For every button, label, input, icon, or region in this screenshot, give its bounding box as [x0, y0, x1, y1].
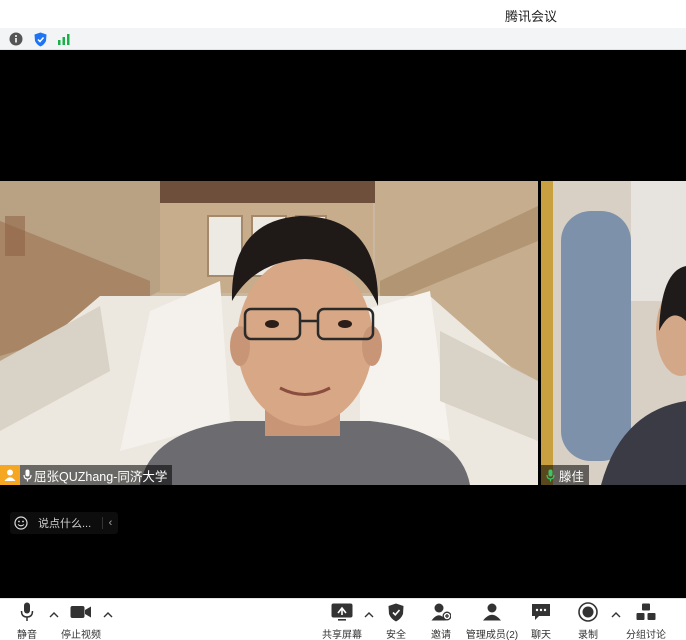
- chat-bubble-icon: [531, 601, 551, 623]
- chat-input-bar[interactable]: 说点什么... ‹: [10, 512, 118, 534]
- chat-label: 聊天: [531, 630, 551, 640]
- manage-members-button[interactable]: 管理成员(2): [462, 601, 522, 640]
- microphone-icon: [20, 466, 34, 484]
- emoji-icon[interactable]: [10, 516, 32, 530]
- main-video-tile[interactable]: 屈张QUZhang-同济大学: [0, 181, 538, 485]
- main-video-feed: [0, 181, 538, 485]
- security-shield-icon: [388, 601, 404, 623]
- main-participant-name: 屈张QUZhang-同济大学: [34, 469, 168, 484]
- record-icon: [578, 601, 598, 623]
- share-screen-icon: [331, 601, 353, 623]
- record-label: 录制: [578, 630, 598, 640]
- side-name-badge: 滕佳: [541, 465, 590, 485]
- microphone-icon: [20, 601, 34, 623]
- video-options-chevron-icon[interactable]: [102, 609, 114, 621]
- chat-button[interactable]: 聊天: [514, 601, 568, 640]
- shield-icon[interactable]: [32, 31, 48, 47]
- breakout-rooms-label: 分组讨论: [626, 630, 666, 640]
- stop-video-label: 停止视频: [61, 630, 101, 640]
- members-icon: [482, 601, 502, 623]
- mute-label: 静音: [17, 630, 37, 640]
- invite-button[interactable]: 邀请: [414, 601, 468, 640]
- side-participant-name: 滕佳: [559, 469, 585, 484]
- invite-label: 邀请: [431, 630, 451, 640]
- record-button[interactable]: 录制: [561, 601, 615, 640]
- info-icon[interactable]: [8, 31, 24, 47]
- share-screen-label: 共享屏幕: [322, 630, 362, 640]
- add-person-icon: [431, 601, 451, 623]
- meeting-toolbar: 静音 停止视频 共享屏幕 安全 邀请 管理成员(2) 聊天 录制 分组讨论: [0, 598, 686, 640]
- manage-members-label: 管理成员(2): [465, 630, 519, 640]
- chat-input[interactable]: 说点什么...: [32, 515, 102, 531]
- window-title: 腾讯会议: [505, 9, 558, 24]
- breakout-grid-icon: [636, 601, 656, 623]
- stop-video-button[interactable]: 停止视频: [54, 601, 108, 640]
- chat-collapse-button[interactable]: ‹: [102, 517, 118, 529]
- video-stage: 屈张QUZhang-同济大学 滕佳 说点什么... ‹: [0, 50, 686, 598]
- share-screen-button[interactable]: 共享屏幕: [315, 601, 369, 640]
- main-name-badge: 屈张QUZhang-同济大学: [0, 465, 173, 485]
- mute-button[interactable]: 静音: [0, 601, 54, 640]
- person-avatar-icon: [0, 465, 20, 485]
- title-bar: 腾讯会议: [0, 0, 686, 28]
- side-video-feed: [541, 181, 686, 485]
- microphone-on-icon: [541, 466, 559, 484]
- meeting-info-bar: [0, 28, 686, 50]
- side-video-tile[interactable]: 滕佳: [541, 181, 686, 485]
- signal-bars-icon[interactable]: [56, 31, 72, 47]
- breakout-rooms-button[interactable]: 分组讨论: [619, 601, 673, 640]
- video-camera-icon: [70, 601, 92, 623]
- security-label: 安全: [386, 630, 406, 640]
